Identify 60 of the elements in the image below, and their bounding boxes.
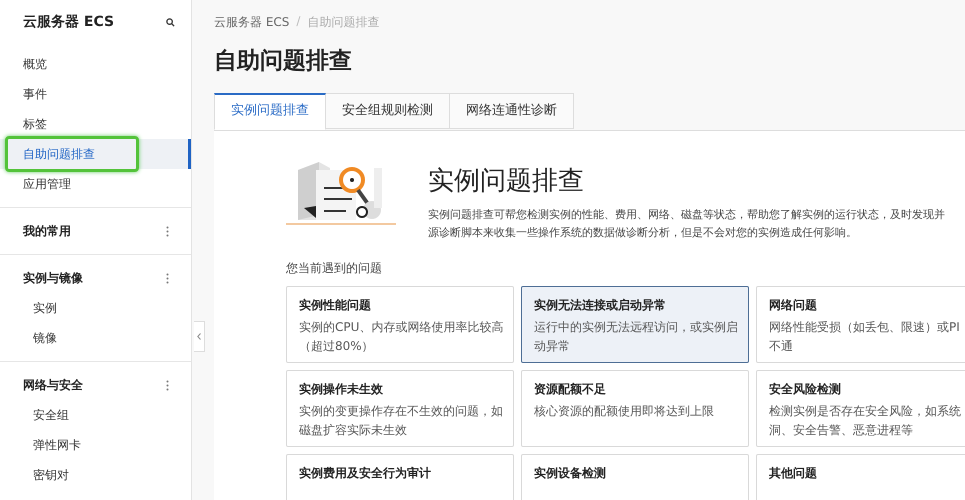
tab[interactable]: 网络连通性诊断 <box>450 93 574 129</box>
sidebar-title: 云服务器 ECS <box>23 13 114 31</box>
card-description-line: 动异常 <box>534 338 571 355</box>
chevron-left-icon <box>197 333 201 340</box>
card-title: 实例性能问题 <box>299 297 372 314</box>
card-description-line: 洞、安全告警、恶意进程等 <box>769 422 914 439</box>
card-title: 资源配额不足 <box>534 381 607 398</box>
description-line: 源诊断脚本来收集一些操作系统的数据做诊断分析，但是不会对您的实例造成任何影响。 <box>428 225 858 241</box>
tab[interactable]: 安全组规则检测 <box>326 93 450 129</box>
card-title: 实例设备检测 <box>534 465 607 482</box>
sidebar-item[interactable]: 安全组 <box>0 400 191 430</box>
sidebar-item[interactable]: 弹性网卡 <box>0 430 191 460</box>
card-title: 其他问题 <box>769 465 818 482</box>
issue-card[interactable]: 其他问题 <box>756 454 965 500</box>
issue-card[interactable]: 资源配额不足 核心资源的配额使用即将达到上限 <box>521 370 749 447</box>
issue-card[interactable]: 实例无法连接或启动异常 运行中的实例无法远程访问，或实例启 动异常 <box>521 286 749 363</box>
breadcrumb-separator: / <box>296 14 300 30</box>
issue-card[interactable]: 网络问题 网络性能受损（如丢包、限速）或PI 不通 <box>756 286 965 363</box>
page-title: 自助问题排查 <box>214 47 353 76</box>
issue-card[interactable]: 实例费用及安全行为审计 <box>286 454 514 500</box>
sidebar-item[interactable]: 密钥对 <box>0 460 191 490</box>
card-description-line: 核心资源的配额使用即将达到上限 <box>534 403 715 420</box>
card-description-line: 运行中的实例无法远程访问，或实例启 <box>534 319 738 336</box>
issue-card[interactable]: 实例操作未生效 实例的变更操作存在不生效的问题，如 磁盘扩容实际未生效 <box>286 370 514 447</box>
card-title: 网络问题 <box>769 297 818 314</box>
more-icon[interactable] <box>166 272 169 284</box>
card-description-line: 检测实例是否存在安全风险，如系统 <box>769 403 962 420</box>
sidebar-item[interactable]: 应用管理 <box>0 169 191 199</box>
sidebar-group-title[interactable]: 网络与安全 <box>23 376 83 394</box>
collapse-handle[interactable] <box>194 321 205 352</box>
sidebar-group-title[interactable]: 实例与镜像 <box>23 270 83 286</box>
sidebar-group-title[interactable]: 我的常用 <box>23 222 71 240</box>
sidebar-item[interactable]: 自助问题排查 <box>0 139 191 169</box>
card-description-line: 不通 <box>769 338 794 355</box>
description-line: 实例问题排查可帮您检测实例的性能、费用、网络、磁盘等状态，帮助您了解实例的运行状态，及时发现并 <box>428 207 945 223</box>
tab[interactable]: 实例问题排查 <box>214 93 326 130</box>
sidebar-item[interactable]: 标签 <box>0 109 191 139</box>
more-icon[interactable] <box>166 380 169 390</box>
search-icon[interactable] <box>166 18 175 26</box>
more-icon[interactable] <box>166 226 169 236</box>
card-title: 实例费用及安全行为审计 <box>299 465 432 482</box>
card-description-line: （超过80%） <box>299 338 375 355</box>
card-description-line: 磁盘扩容实际未生效 <box>299 422 408 439</box>
sidebar-item[interactable]: 事件 <box>0 79 191 109</box>
issue-card[interactable]: 安全风险检测 检测实例是否存在安全风险，如系统 洞、安全告警、恶意进程等 <box>756 370 965 447</box>
sidebar-item[interactable]: 实例 <box>0 293 191 323</box>
card-title: 实例无法连接或启动异常 <box>534 297 667 314</box>
breadcrumb-current: 自助问题排查 <box>307 14 380 31</box>
card-title: 安全风险检测 <box>769 381 842 398</box>
issue-card[interactable]: 实例性能问题 实例的CPU、内存或网络使用率比较高 （超过80%） <box>286 286 514 363</box>
card-description-line: 实例的CPU、内存或网络使用率比较高 <box>299 319 503 336</box>
card-description-line: 网络性能受损（如丢包、限速）或PI <box>769 319 961 336</box>
card-title: 实例操作未生效 <box>299 381 384 398</box>
card-description-line: 实例的变更操作存在不生效的问题，如 <box>299 403 503 420</box>
sidebar-item[interactable]: 镜像 <box>0 323 191 353</box>
sidebar-item[interactable]: 概览 <box>0 49 191 79</box>
issue-card[interactable]: 实例设备检测 <box>521 454 749 500</box>
section-heading: 实例问题排查 <box>428 165 585 198</box>
breadcrumb-link[interactable]: 云服务器 ECS <box>214 14 290 31</box>
section-label: 您当前遇到的问题 <box>286 260 383 277</box>
